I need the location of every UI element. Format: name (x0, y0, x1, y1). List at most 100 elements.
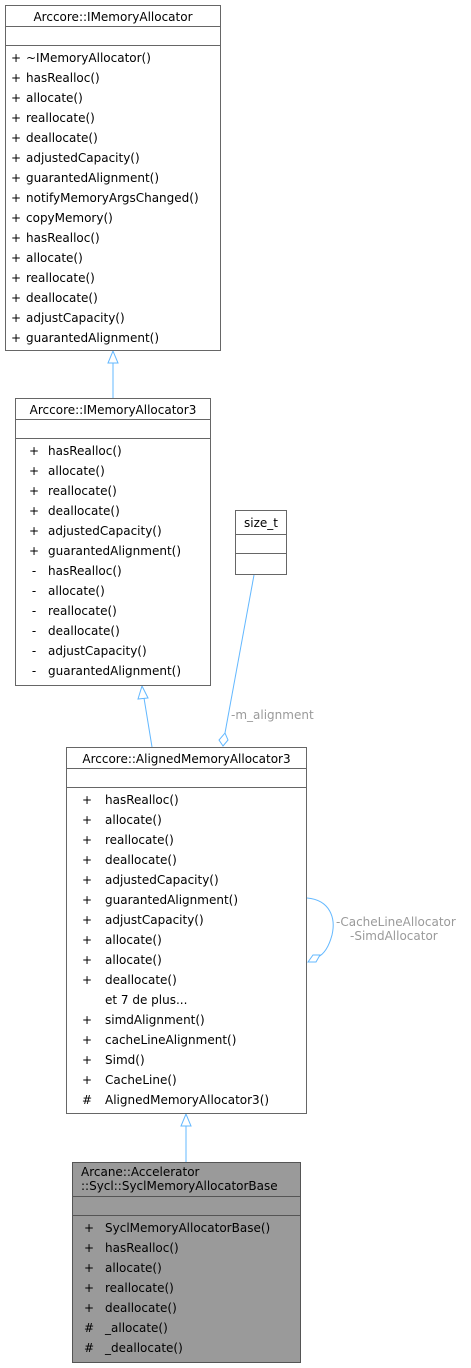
method-name: reallocate() (105, 833, 174, 847)
attributes-compartment (6, 27, 220, 45)
method-name: ~IMemoryAllocator() (26, 51, 151, 65)
method-row: + allocate() (6, 248, 220, 268)
method-name: CacheLine() (105, 1073, 177, 1087)
method-name: deallocate() (105, 973, 177, 987)
visibility-marker: + (10, 111, 22, 125)
visibility-marker: + (81, 793, 93, 807)
visibility-marker: + (81, 833, 93, 847)
method-name: simdAlignment() (105, 1013, 205, 1027)
methods-compartment: + ~IMemoryAllocator() + hasRealloc() + alloca… (6, 46, 220, 348)
divider (236, 553, 286, 554)
class-alignedmemoryallocator3[interactable]: Arccore::AlignedMemoryAllocator3 + hasRea… (66, 747, 307, 1114)
method-name: hasRealloc() (26, 71, 100, 85)
method-name: hasRealloc() (48, 564, 122, 578)
method-name: deallocate() (26, 131, 98, 145)
method-name: deallocate() (105, 1301, 177, 1315)
method-row: + ~IMemoryAllocator() (6, 48, 220, 68)
method-name: copyMemory() (26, 211, 113, 225)
method-name: allocate() (26, 91, 83, 105)
method-row: + reallocate() (67, 830, 306, 850)
method-row: + hasRealloc() (16, 441, 210, 461)
methods-compartment: + hasRealloc() + allocate() + reallocate() + de… (16, 439, 210, 681)
class-size-t[interactable]: size_t (235, 510, 287, 575)
visibility-marker: + (10, 91, 22, 105)
method-name: hasRealloc() (26, 231, 100, 245)
method-name: deallocate() (26, 291, 98, 305)
method-row: - deallocate() (16, 621, 210, 641)
method-row: + hasRealloc() (6, 68, 220, 88)
method-row: + adjustedCapacity() (67, 870, 306, 890)
self-association-edge (306, 897, 334, 958)
visibility-marker: + (83, 1221, 95, 1235)
visibility-marker: + (81, 913, 93, 927)
inherit-arrow-imemalloc (107, 349, 119, 364)
class-title: size_t (244, 516, 278, 530)
method-name: deallocate() (48, 504, 120, 518)
inherit-arrow-aligned (180, 1112, 192, 1127)
visibility-marker: + (10, 211, 22, 225)
method-row: + Simd() (67, 1050, 306, 1070)
method-row: + allocate() (73, 1258, 300, 1278)
method-name: notifyMemoryArgsChanged() (26, 191, 199, 205)
visibility-marker: + (81, 853, 93, 867)
method-name: deallocate() (105, 853, 177, 867)
self-association-diamond (307, 954, 321, 963)
method-name: reallocate() (26, 271, 95, 285)
method-row: # _deallocate() (73, 1338, 300, 1358)
class-imemoryallocator3[interactable]: Arccore::IMemoryAllocator3 + hasRealloc()… (15, 398, 211, 686)
method-row: et 7 de plus... (67, 990, 306, 1010)
method-row: + hasRealloc() (6, 228, 220, 248)
method-name: adjustedCapacity() (105, 873, 219, 887)
visibility-marker: + (28, 444, 40, 458)
visibility-marker: + (10, 151, 22, 165)
visibility-marker: + (10, 251, 22, 265)
attributes-compartment (67, 769, 306, 787)
visibility-marker: - (31, 584, 37, 598)
method-name: _allocate() (105, 1321, 168, 1335)
method-name: hasRealloc() (105, 1241, 179, 1255)
method-row: + reallocate() (6, 268, 220, 288)
method-row: + adjustedCapacity() (6, 148, 220, 168)
method-name: guarantedAlignment() (48, 544, 182, 558)
class-syclmemoryallocatorbase[interactable]: Arcane::Accelerator ::Sycl::SyclMemoryAl… (72, 1162, 301, 1363)
method-row: + deallocate() (6, 128, 220, 148)
method-name: allocate() (105, 1261, 162, 1275)
method-name: Simd() (105, 1053, 145, 1067)
visibility-marker: + (28, 544, 40, 558)
method-row: + allocate() (67, 930, 306, 950)
method-name: et 7 de plus... (105, 993, 188, 1007)
m-alignment-label: -m_alignment (231, 708, 314, 722)
method-row: + copyMemory() (6, 208, 220, 228)
method-row: + hasRealloc() (73, 1238, 300, 1258)
method-row: + SyclMemoryAllocatorBase() (73, 1218, 300, 1238)
visibility-marker: + (10, 71, 22, 85)
visibility-marker: + (10, 311, 22, 325)
visibility-marker: + (10, 191, 22, 205)
visibility-marker: + (10, 171, 22, 185)
method-name: reallocate() (26, 111, 95, 125)
class-title: Arccore::IMemoryAllocator (33, 10, 193, 24)
visibility-marker: - (31, 604, 37, 618)
method-row: - hasRealloc() (16, 561, 210, 581)
class-imemoryallocator[interactable]: Arccore::IMemoryAllocator + ~IMemoryAlloc… (5, 5, 221, 351)
visibility-marker: + (10, 331, 22, 345)
visibility-marker: # (83, 1321, 95, 1335)
method-row: + deallocate() (16, 501, 210, 521)
visibility-marker: + (81, 1073, 93, 1087)
visibility-marker: + (83, 1281, 95, 1295)
visibility-marker: + (83, 1261, 95, 1275)
method-name: allocate() (26, 251, 83, 265)
method-row: - reallocate() (16, 601, 210, 621)
method-name: adjustedCapacity() (26, 151, 140, 165)
visibility-marker: + (81, 1053, 93, 1067)
self-association-label-cacheline: -CacheLineAllocator (336, 915, 456, 929)
visibility-marker: - (31, 644, 37, 658)
self-association-label-simd: -SimdAllocator (350, 929, 438, 943)
visibility-marker: + (10, 271, 22, 285)
method-row: + hasRealloc() (67, 790, 306, 810)
method-row: + guarantedAlignment() (67, 890, 306, 910)
method-name: AlignedMemoryAllocator3() (105, 1093, 270, 1107)
method-row: + allocate() (6, 88, 220, 108)
class-title: Arccore::AlignedMemoryAllocator3 (82, 752, 291, 766)
method-row: + guarantedAlignment() (6, 168, 220, 188)
